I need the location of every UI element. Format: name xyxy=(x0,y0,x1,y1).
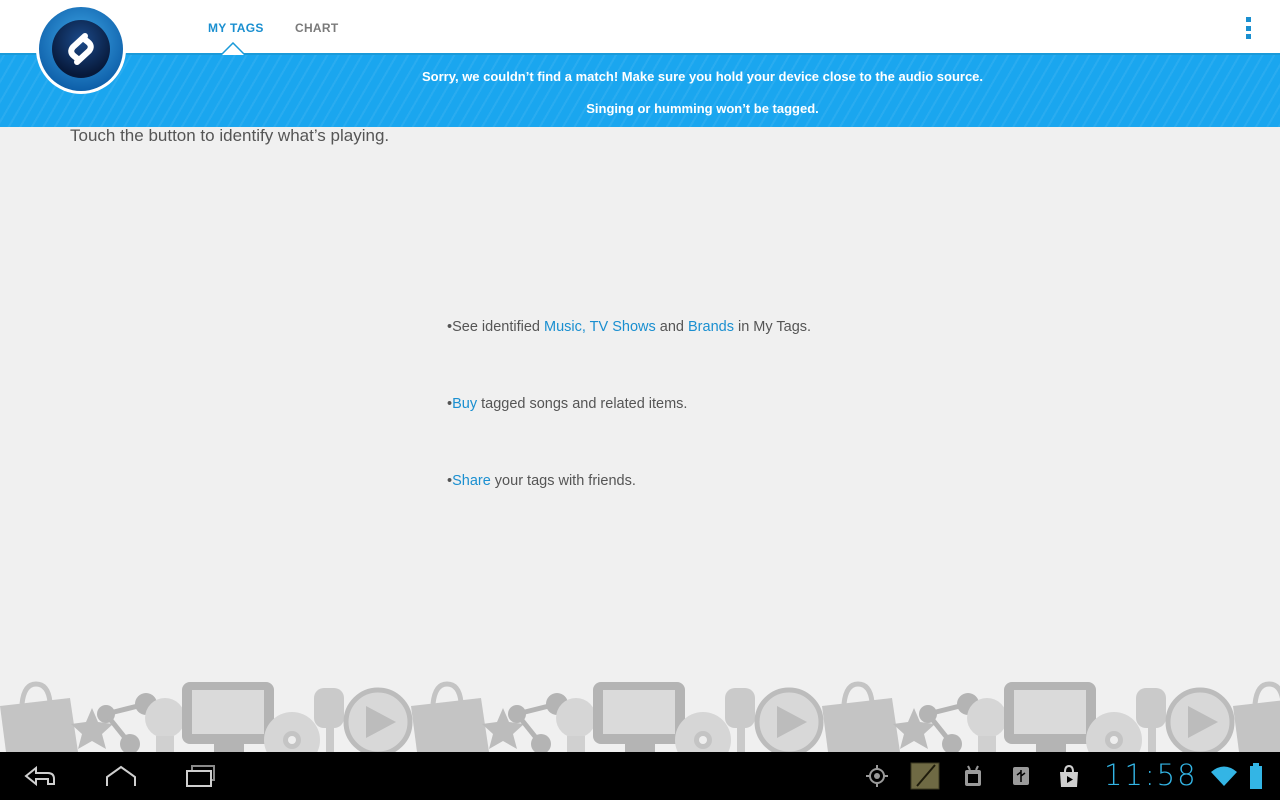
notes-icon xyxy=(910,762,940,790)
usb-icon xyxy=(1013,767,1029,785)
music-link[interactable]: Music, xyxy=(544,319,586,335)
gps-icon xyxy=(866,765,888,787)
feature-my-tags: •See identified Music, TV Shows and Bran… xyxy=(447,319,811,335)
system-bar: 11:58 xyxy=(0,752,1280,800)
action-bar: MY TAGS CHART xyxy=(0,0,1280,56)
store-icon xyxy=(1060,764,1078,787)
feature-text: in My Tags. xyxy=(733,319,812,335)
recent-apps-icon[interactable] xyxy=(184,762,218,790)
decorative-icon-pattern xyxy=(0,678,1280,752)
clock: 11:58 xyxy=(1104,758,1198,792)
banner-hint: Singing or humming won’t be tagged. xyxy=(586,101,819,116)
active-tab-indicator xyxy=(220,42,246,56)
feature-share: •Share your tags with friends. xyxy=(447,473,636,489)
battery-icon xyxy=(1250,763,1262,789)
overflow-dot xyxy=(1245,34,1251,39)
back-icon[interactable] xyxy=(22,762,58,790)
share-link[interactable]: Share xyxy=(452,473,491,489)
wifi-icon xyxy=(1211,766,1237,786)
feature-text: See identified xyxy=(452,319,544,335)
identify-instruction: Touch the button to identify what’s play… xyxy=(70,126,390,145)
overflow-menu-button[interactable] xyxy=(1238,17,1258,39)
overflow-dot xyxy=(1245,17,1251,22)
feature-text: and xyxy=(655,319,689,335)
no-match-banner: Sorry, we couldn’t find a match! Make su… xyxy=(0,55,1280,127)
buy-link[interactable]: Buy xyxy=(452,396,477,412)
tab-chart[interactable]: CHART xyxy=(295,0,339,55)
shazam-logo-button[interactable] xyxy=(35,3,127,95)
home-icon[interactable] xyxy=(104,762,138,790)
feature-text: your tags with friends. xyxy=(490,473,636,489)
banner-message: Sorry, we couldn’t find a match! Make su… xyxy=(421,69,984,84)
brands-link[interactable]: Brands xyxy=(688,319,734,335)
tv-shows-link[interactable]: TV Shows xyxy=(590,319,656,335)
feature-buy: •Buy tagged songs and related items. xyxy=(447,396,687,412)
android-debug-icon xyxy=(965,765,981,786)
feature-text: tagged songs and related items. xyxy=(477,396,688,412)
overflow-dot xyxy=(1245,25,1251,31)
